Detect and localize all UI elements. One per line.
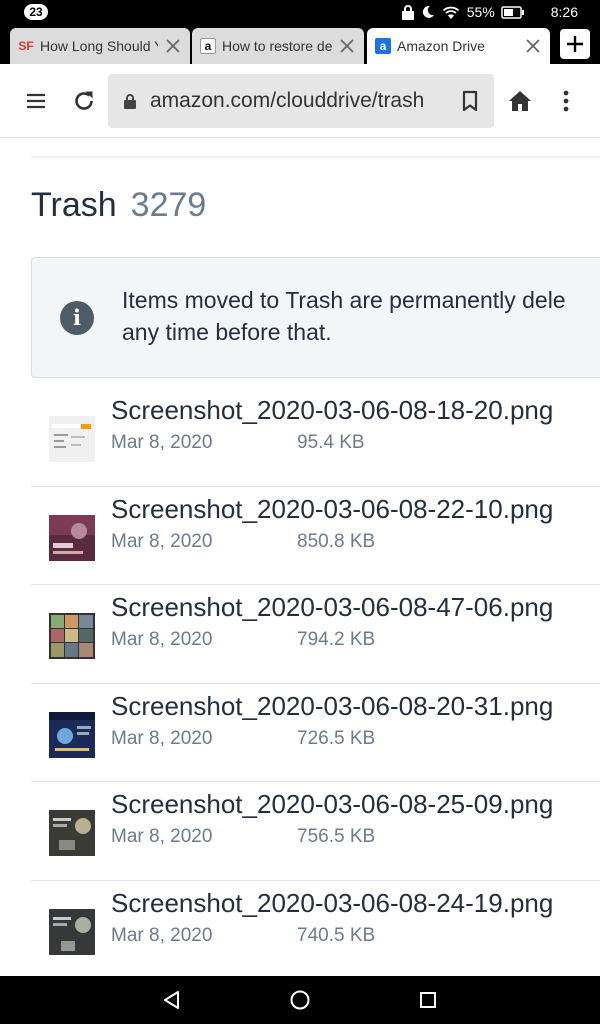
file-name: Screenshot_2020-03-06-08-22-10.png <box>111 493 554 524</box>
file-row[interactable]: Screenshot_2020-03-06-08-18-20.png Mar 8… <box>31 388 600 487</box>
browser-toolbar: amazon.com/clouddrive/trash <box>0 64 600 138</box>
file-date: Mar 8, 2020 <box>111 530 213 552</box>
close-tab-icon[interactable] <box>524 37 542 55</box>
wifi-icon <box>441 4 461 20</box>
file-thumbnail <box>49 908 95 955</box>
menu-icon[interactable] <box>24 89 48 113</box>
file-name: Screenshot_2020-03-06-08-25-09.png <box>111 789 554 819</box>
file-size: 726.5 KB <box>297 727 376 749</box>
divider <box>31 156 600 158</box>
battery-percent: 55% <box>466 4 495 20</box>
file-date: Mar 8, 2020 <box>111 826 213 847</box>
notification-count-badge: 23 <box>24 4 48 20</box>
reload-icon[interactable] <box>71 88 97 114</box>
file-thumbnail <box>49 416 95 462</box>
bookmark-icon[interactable] <box>462 90 478 112</box>
file-row[interactable]: Screenshot_2020-03-06-08-47-06.png Mar 8… <box>31 585 600 684</box>
tab-amazon-drive[interactable]: a Amazon Drive <box>367 28 550 64</box>
url-text: amazon.com/clouddrive/trash <box>150 89 425 112</box>
file-thumbnail <box>49 810 95 856</box>
system-nav-bar <box>0 976 600 1024</box>
address-bar[interactable]: amazon.com/clouddrive/trash <box>108 74 494 128</box>
file-thumbnail <box>49 613 95 659</box>
file-size: 740.5 KB <box>297 924 376 946</box>
file-name: Screenshot_2020-03-06-08-20-31.png <box>111 690 554 721</box>
lock-icon <box>401 4 415 20</box>
file-name: Screenshot_2020-03-06-08-47-06.png <box>111 592 554 622</box>
info-banner-text: Items moved to Trash are permanently del… <box>122 284 566 348</box>
tab-title: Amazon Drive <box>397 38 485 54</box>
file-row[interactable]: Screenshot_2020-03-06-08-25-09.png Mar 8… <box>31 782 600 881</box>
battery-icon <box>501 5 525 19</box>
tab-title: How Long Should Y <box>40 38 158 54</box>
file-row[interactable]: Screenshot_2020-03-06-08-20-31.png Mar 8… <box>31 684 600 782</box>
moon-icon <box>421 5 435 19</box>
file-date: Mar 8, 2020 <box>111 629 213 650</box>
file-thumbnail <box>49 711 95 758</box>
file-row[interactable]: Screenshot_2020-03-06-08-22-10.png Mar 8… <box>31 487 600 585</box>
lock-icon <box>124 93 136 109</box>
info-icon: i <box>60 301 94 335</box>
page-content: Trash 3279 i Items moved to Trash are per… <box>0 138 600 976</box>
tab-title: How to restore del <box>222 38 332 54</box>
file-row[interactable]: Screenshot_2020-03-06-08-24-19.png Mar 8… <box>31 881 600 977</box>
plus-icon <box>567 36 583 52</box>
home-icon[interactable] <box>507 88 533 114</box>
home-circle-icon[interactable] <box>288 988 312 1012</box>
info-banner-line: any time before that. <box>122 319 332 345</box>
recents-icon[interactable] <box>416 988 440 1012</box>
file-name: Screenshot_2020-03-06-08-24-19.png <box>111 887 554 918</box>
info-banner: i Items moved to Trash are permanently d… <box>31 257 600 378</box>
back-icon[interactable] <box>160 988 184 1012</box>
info-banner-line: Items moved to Trash are permanently del… <box>122 287 566 313</box>
amazon-drive-favicon-icon: a <box>375 38 391 54</box>
tab-how-to-restore[interactable]: a How to restore del <box>192 28 364 64</box>
page-title: Trash 3279 <box>31 186 206 225</box>
status-icons: 55% 8:26 <box>401 0 578 24</box>
sf-favicon-icon: SF <box>18 39 34 53</box>
status-bar: 23 55% 8:26 <box>0 0 600 24</box>
file-date: Mar 8, 2020 <box>111 432 213 453</box>
clock: 8:26 <box>550 4 578 20</box>
file-size: 850.8 KB <box>297 530 376 552</box>
file-size: 794.2 KB <box>297 629 376 650</box>
trash-item-count: 3279 <box>130 186 207 224</box>
tab-how-long-should[interactable]: SF How Long Should Y <box>10 28 190 64</box>
file-thumbnail <box>49 514 95 561</box>
tab-strip: SF How Long Should Y a How to restore de… <box>0 24 600 64</box>
amazon-favicon-icon: a <box>200 38 216 54</box>
file-date: Mar 8, 2020 <box>111 727 213 749</box>
file-date: Mar 8, 2020 <box>111 924 213 946</box>
file-size: 95.4 KB <box>297 432 365 453</box>
more-icon[interactable] <box>556 88 576 114</box>
file-name: Screenshot_2020-03-06-08-18-20.png <box>111 395 554 425</box>
file-size: 756.5 KB <box>297 826 376 847</box>
trash-file-list: Screenshot_2020-03-06-08-18-20.png Mar 8… <box>31 388 600 976</box>
close-tab-icon[interactable] <box>338 37 356 55</box>
page-title-text: Trash <box>31 186 117 224</box>
close-tab-icon[interactable] <box>164 37 182 55</box>
new-tab-button[interactable] <box>560 29 590 59</box>
